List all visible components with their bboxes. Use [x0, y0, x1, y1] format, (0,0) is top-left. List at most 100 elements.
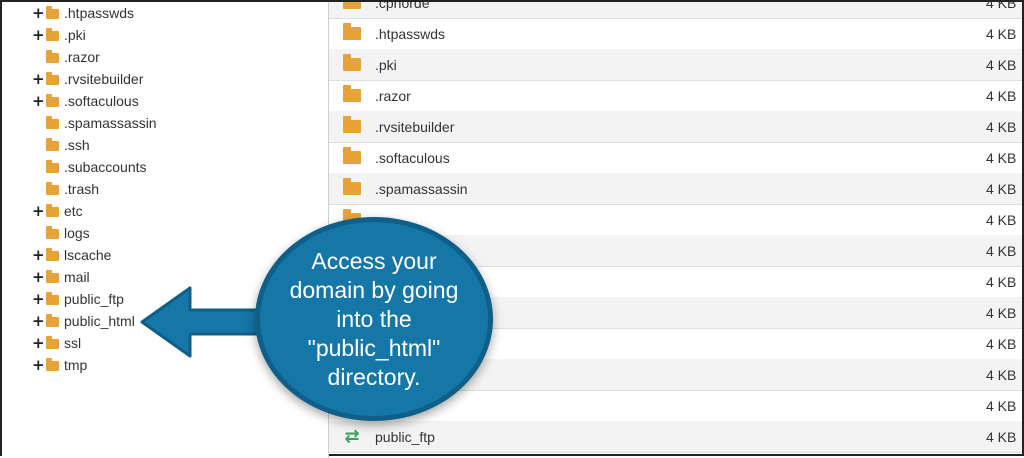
folder-icon	[329, 178, 375, 195]
file-size: 4 KB	[986, 397, 1017, 414]
file-size: 4 KB	[986, 149, 1017, 166]
tree-item-label: ssl	[64, 335, 82, 351]
file-size: 4 KB	[986, 335, 1017, 352]
callout-text: Access your domain by going into the "pu…	[289, 247, 459, 390]
tree-item-label: tmp	[64, 357, 88, 373]
folder-icon	[46, 137, 59, 151]
folder-icon	[46, 27, 59, 41]
table-row[interactable]: .cphorde 4 KB	[329, 2, 1022, 19]
file-size: 4 KB	[986, 273, 1017, 290]
tree-item[interactable]: +.razor	[32, 46, 100, 68]
expand-toggle-icon[interactable]: +	[32, 202, 45, 220]
tree-item-label: .spamassassin	[64, 115, 157, 131]
folder-icon	[46, 71, 59, 85]
table-row[interactable]: .pki 4 KB	[329, 49, 1022, 81]
tree-item-label: .trash	[64, 181, 100, 197]
file-size: 4 KB	[986, 25, 1017, 42]
tree-item-label: .softaculous	[64, 93, 139, 109]
tree-item-label: .rvsitebuilder	[64, 71, 144, 87]
folder-icon	[46, 93, 59, 107]
symlink-icon: ⇄	[344, 426, 360, 447]
table-row[interactable]: .htpasswds 4 KB	[329, 18, 1022, 50]
file-name: .rvsitebuilder	[375, 118, 455, 135]
tree-item[interactable]: + public_ftp	[32, 288, 124, 310]
expand-toggle-icon[interactable]: +	[32, 312, 45, 330]
tree-item-label: public_html	[64, 313, 135, 329]
folder-icon	[329, 116, 375, 133]
expand-toggle-icon[interactable]: +	[32, 26, 45, 44]
table-row[interactable]: .softaculous 4 KB	[329, 142, 1022, 174]
folder-icon	[46, 335, 59, 349]
folder-icon	[46, 203, 59, 217]
expand-toggle-icon[interactable]: +	[32, 290, 45, 308]
folder-icon	[46, 313, 59, 327]
file-size: 4 KB	[986, 180, 1017, 197]
tree-item[interactable]: + etc	[32, 200, 83, 222]
expand-toggle-icon[interactable]: +	[32, 246, 45, 264]
tree-item-label: .ssh	[64, 137, 90, 153]
expand-toggle-icon[interactable]: +	[32, 4, 45, 22]
table-row[interactable]: ⇄ public_ftp 4 KB	[329, 421, 1022, 453]
tree-item[interactable]: +.trash	[32, 178, 99, 200]
tree-item[interactable]: + ssl	[32, 332, 81, 354]
expand-toggle-icon[interactable]: +	[32, 70, 45, 88]
tree-item-label: .subaccounts	[64, 159, 147, 175]
tree-item-label: mail	[64, 269, 90, 285]
tree-item[interactable]: + .pki	[32, 24, 86, 46]
tree-item-label: logs	[64, 225, 90, 241]
file-size: 4 KB	[986, 428, 1017, 445]
tree-item[interactable]: + .htpasswds	[32, 2, 134, 24]
tree-item[interactable]: +.subaccounts	[32, 156, 147, 178]
file-size: 4 KB	[986, 242, 1017, 259]
folder-icon	[329, 2, 375, 9]
tree-item[interactable]: +logs	[32, 222, 90, 244]
table-row[interactable]: .rvsitebuilder 4 KB	[329, 111, 1022, 143]
file-size: 4 KB	[986, 366, 1017, 383]
folder-icon	[329, 85, 375, 102]
file-name: .razor	[375, 87, 411, 104]
tree-item[interactable]: + tmp	[32, 354, 87, 376]
file-size: 4 KB	[986, 211, 1017, 228]
expand-toggle-icon[interactable]: +	[32, 92, 45, 110]
file-name: .htpasswds	[375, 25, 446, 42]
file-name: .cphorde	[375, 2, 430, 11]
file-name: public_ftp	[375, 428, 435, 445]
expand-toggle-icon[interactable]: +	[32, 268, 45, 286]
folder-icon	[329, 23, 375, 40]
folder-icon	[329, 54, 375, 71]
tree-item-label: .htpasswds	[64, 5, 135, 21]
folder-icon	[46, 49, 59, 63]
folder-icon	[46, 269, 59, 283]
file-size: 4 KB	[986, 87, 1017, 104]
folder-icon	[46, 181, 59, 195]
folder-icon	[329, 147, 375, 164]
tree-item[interactable]: + .softaculous	[32, 90, 139, 112]
folder-icon	[46, 115, 59, 129]
file-size: 4 KB	[986, 2, 1017, 11]
tree-item[interactable]: +.ssh	[32, 134, 90, 156]
file-size: 4 KB	[986, 118, 1017, 135]
tree-item[interactable]: + .rvsitebuilder	[32, 68, 143, 90]
tree-item-label: .razor	[64, 49, 100, 65]
folder-icon	[46, 159, 59, 173]
file-name: .softaculous	[375, 149, 450, 166]
tree-item[interactable]: +.spamassassin	[32, 112, 157, 134]
file-size: 4 KB	[986, 304, 1017, 321]
folder-icon	[46, 5, 59, 19]
tree-item-label: lscache	[64, 247, 112, 263]
tree-item-label: etc	[64, 203, 83, 219]
callout-bubble: Access your domain by going into the "pu…	[255, 217, 493, 421]
file-name: .spamassassin	[375, 180, 468, 197]
file-size: 4 KB	[986, 56, 1017, 73]
folder-icon	[46, 357, 59, 371]
table-row[interactable]: .spamassassin 4 KB	[329, 173, 1022, 205]
expand-toggle-icon[interactable]: +	[32, 334, 45, 352]
folder-icon	[46, 225, 59, 239]
tree-item[interactable]: + mail	[32, 266, 90, 288]
folder-icon	[46, 247, 59, 261]
file-name: .pki	[375, 56, 397, 73]
tree-item[interactable]: + lscache	[32, 244, 111, 266]
expand-toggle-icon[interactable]: +	[32, 356, 45, 374]
table-row[interactable]: .razor 4 KB	[329, 80, 1022, 112]
tree-item[interactable]: + public_html	[32, 310, 135, 332]
